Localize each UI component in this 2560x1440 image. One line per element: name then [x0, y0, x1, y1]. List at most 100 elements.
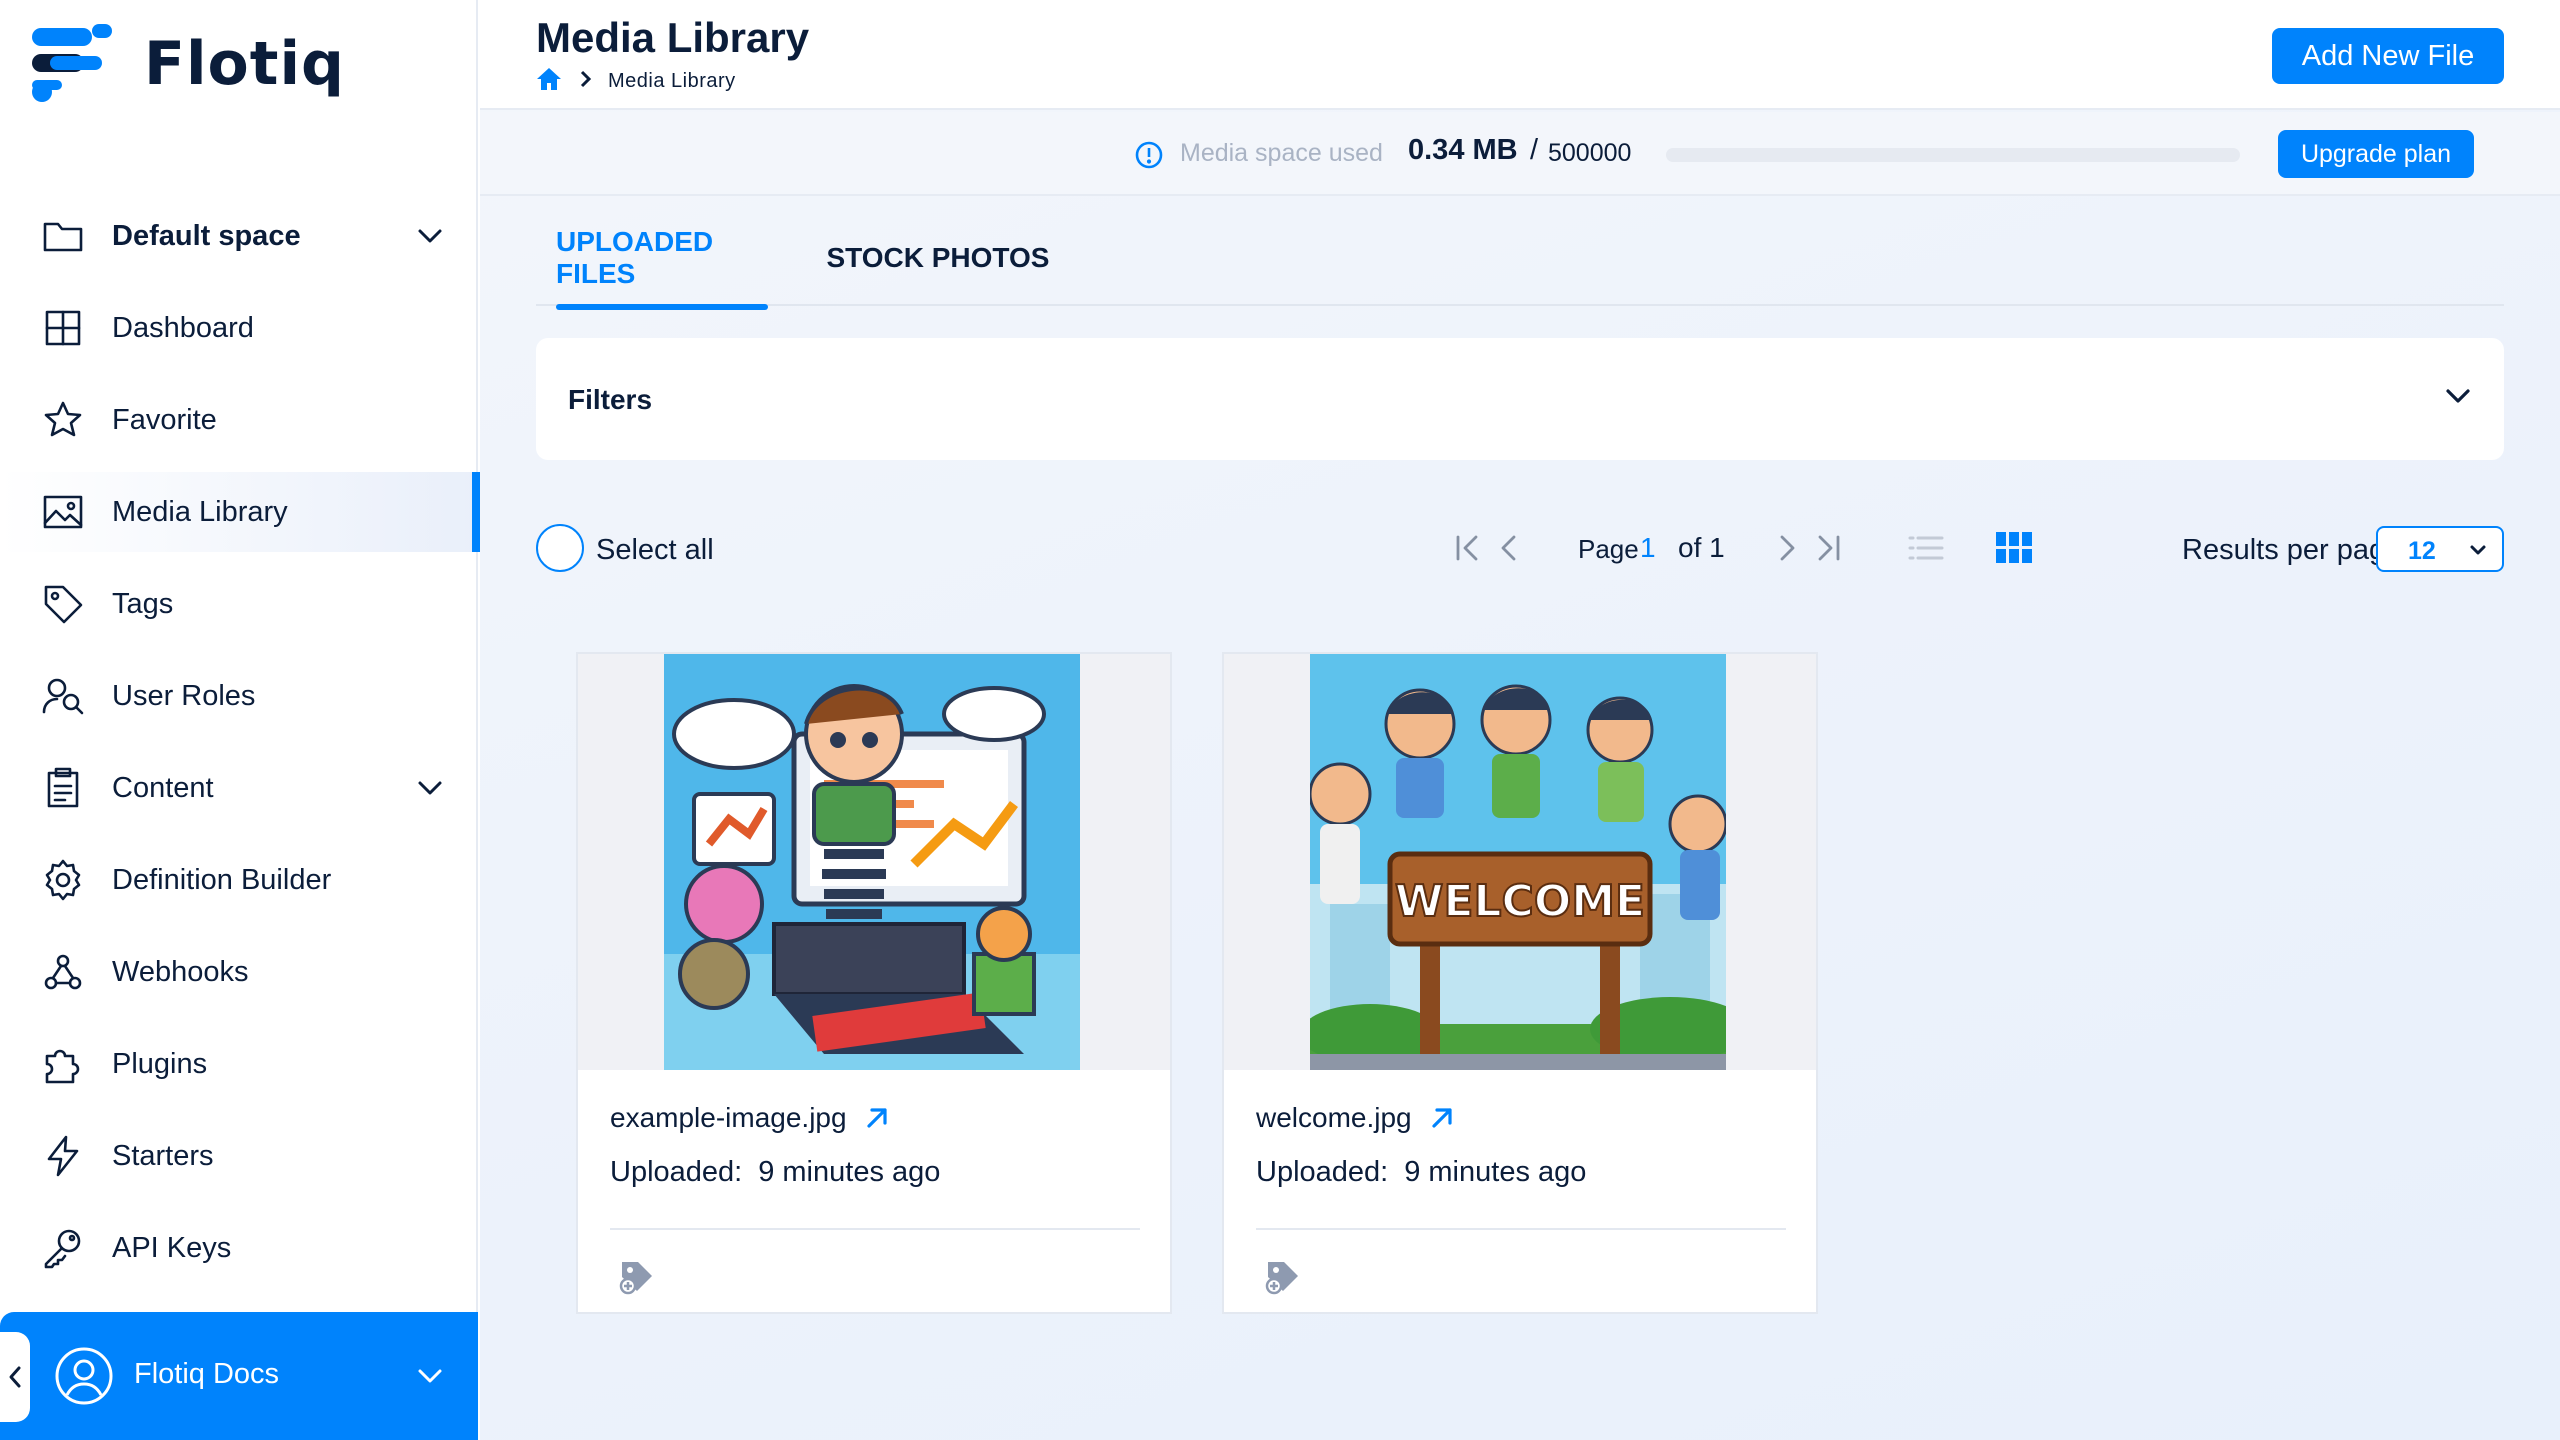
sidebar-item-plugins[interactable]: Plugins — [0, 1024, 478, 1104]
uploaded-label: Uploaded: — [1256, 1156, 1389, 1188]
sidebar-item-label: Starters — [112, 1139, 214, 1172]
user-menu[interactable]: Flotiq Docs — [0, 1312, 478, 1440]
results-per-page-label: Results per page — [2182, 534, 2402, 566]
external-link-icon[interactable] — [1426, 1102, 1458, 1134]
last-page-icon[interactable] — [1810, 530, 1846, 566]
sidebar-item-default-space[interactable]: Default space — [0, 196, 478, 276]
usage-used: 0.34 MB — [1408, 134, 1518, 166]
add-tag-icon[interactable] — [618, 1258, 656, 1296]
sidebar-item-label: Tags — [112, 587, 174, 620]
star-icon — [40, 397, 86, 443]
media-file-name: example-image.jpg — [610, 1102, 847, 1133]
grid-view-icon[interactable] — [1994, 528, 2034, 568]
page-header: Media Library Media Library Add New File — [480, 0, 2560, 110]
first-page-icon[interactable] — [1450, 530, 1486, 566]
media-card[interactable]: WELCOME welcome.jpg Uploaded: 9 minutes … — [1222, 652, 1818, 1314]
chevron-down-icon[interactable] — [412, 770, 448, 806]
image-thumbnail: WELCOME — [1310, 654, 1726, 1070]
upgrade-plan-button[interactable]: Upgrade plan — [2278, 130, 2474, 178]
list-view-icon[interactable] — [1906, 528, 1946, 568]
sidebar-item-label: Content — [112, 771, 214, 804]
sidebar-nav: Default space Dashboard Favorite Media L… — [0, 196, 480, 1300]
sidebar-item-tags[interactable]: Tags — [0, 564, 478, 644]
tab-uploaded-files[interactable]: UPLOADED FILES — [556, 210, 768, 310]
sidebar-item-label: Favorite — [112, 403, 217, 436]
sidebar-item-user-roles[interactable]: User Roles — [0, 656, 478, 736]
sidebar-item-starters[interactable]: Starters — [0, 1116, 478, 1196]
clipboard-icon — [40, 765, 86, 811]
chevron-down-icon[interactable] — [412, 218, 448, 254]
puzzle-icon — [40, 1041, 86, 1087]
page-total: of 1 — [1678, 532, 1725, 563]
gear-icon — [40, 857, 86, 903]
sidebar-item-media-library[interactable]: Media Library — [0, 472, 480, 552]
sidebar-item-api-keys[interactable]: API Keys — [0, 1208, 478, 1288]
sidebar-item-dashboard[interactable]: Dashboard — [0, 288, 478, 368]
add-new-file-button[interactable]: Add New File — [2272, 28, 2504, 84]
sidebar-item-webhooks[interactable]: Webhooks — [0, 932, 478, 1012]
media-toolbar: Select all Page 1 of 1 Results per page … — [536, 518, 2504, 578]
filters-panel[interactable]: Filters — [536, 338, 2504, 460]
chevron-left-icon — [9, 1366, 21, 1388]
uploaded-value: 9 minutes ago — [1404, 1156, 1587, 1188]
uploaded-value: 9 minutes ago — [758, 1156, 941, 1188]
flotiq-logo-icon — [32, 24, 112, 102]
usage-separator: / — [1530, 134, 1539, 166]
folder-icon — [40, 213, 86, 259]
app-name: Flotiq — [144, 29, 345, 99]
sidebar-item-label: Definition Builder — [112, 863, 332, 896]
external-link-icon[interactable] — [861, 1102, 893, 1134]
sidebar-item-label: API Keys — [112, 1231, 232, 1264]
sidebar-item-label: Dashboard — [112, 311, 254, 344]
user-avatar-icon — [54, 1346, 114, 1406]
media-name-row: welcome.jpg — [1256, 1102, 1458, 1134]
tag-icon — [40, 581, 86, 627]
collapse-sidebar-button[interactable] — [0, 1332, 30, 1422]
sidebar-item-content[interactable]: Content — [0, 748, 478, 828]
app-logo[interactable]: Flotiq — [30, 22, 345, 106]
home-icon[interactable] — [536, 66, 562, 97]
users-icon — [40, 673, 86, 719]
media-thumbnail[interactable]: WELCOME — [1224, 654, 1816, 1070]
media-file-name: welcome.jpg — [1256, 1102, 1412, 1133]
webhook-icon — [40, 949, 86, 995]
chevron-right-icon — [562, 68, 596, 95]
media-thumbnail[interactable] — [578, 654, 1170, 1070]
usage-total: 500000 — [1548, 139, 1632, 167]
card-divider — [1256, 1228, 1786, 1230]
chevron-down-icon[interactable] — [2440, 378, 2476, 414]
sidebar-item-definition-builder[interactable]: Definition Builder — [0, 840, 478, 920]
tab-stock-photos[interactable]: STOCK PHOTOS — [822, 210, 1054, 306]
select-all-checkbox[interactable] — [536, 524, 584, 572]
sidebar: Flotiq Default space Dashboard Favorite — [0, 0, 480, 1440]
info-icon — [1134, 140, 1164, 170]
media-uploaded-info: Uploaded: 9 minutes ago — [1256, 1156, 1586, 1189]
lightning-icon — [40, 1133, 86, 1179]
image-icon — [40, 489, 86, 535]
sidebar-item-favorite[interactable]: Favorite — [0, 380, 478, 460]
filters-label: Filters — [568, 384, 653, 415]
page-title: Media Library — [536, 14, 810, 61]
next-page-icon[interactable] — [1768, 530, 1804, 566]
add-tag-icon[interactable] — [1264, 1258, 1302, 1296]
sidebar-item-label: Default space — [112, 219, 301, 252]
sidebar-item-label: User Roles — [112, 679, 256, 712]
breadcrumb: Media Library — [536, 66, 736, 97]
usage-label: Media space used — [1180, 139, 1383, 167]
key-icon — [40, 1225, 86, 1271]
usage-progress-track — [1666, 148, 2240, 162]
media-card[interactable]: example-image.jpg Uploaded: 9 minutes ag… — [576, 652, 1172, 1314]
page-current[interactable]: 1 — [1640, 532, 1656, 564]
uploaded-label: Uploaded: — [610, 1156, 743, 1188]
sidebar-item-label: Plugins — [112, 1047, 208, 1080]
chevron-down-icon[interactable] — [412, 1358, 448, 1394]
results-per-page-select[interactable]: 12 — [2376, 526, 2504, 572]
sidebar-item-label: Webhooks — [112, 955, 249, 988]
media-uploaded-info: Uploaded: 9 minutes ago — [610, 1156, 940, 1189]
breadcrumb-current: Media Library — [608, 70, 736, 92]
image-thumbnail — [664, 654, 1080, 1070]
page-label: Page — [1578, 534, 1639, 564]
sidebar-item-label: Media Library — [112, 495, 288, 528]
previous-page-icon[interactable] — [1492, 530, 1528, 566]
select-all-label[interactable]: Select all — [596, 534, 714, 567]
